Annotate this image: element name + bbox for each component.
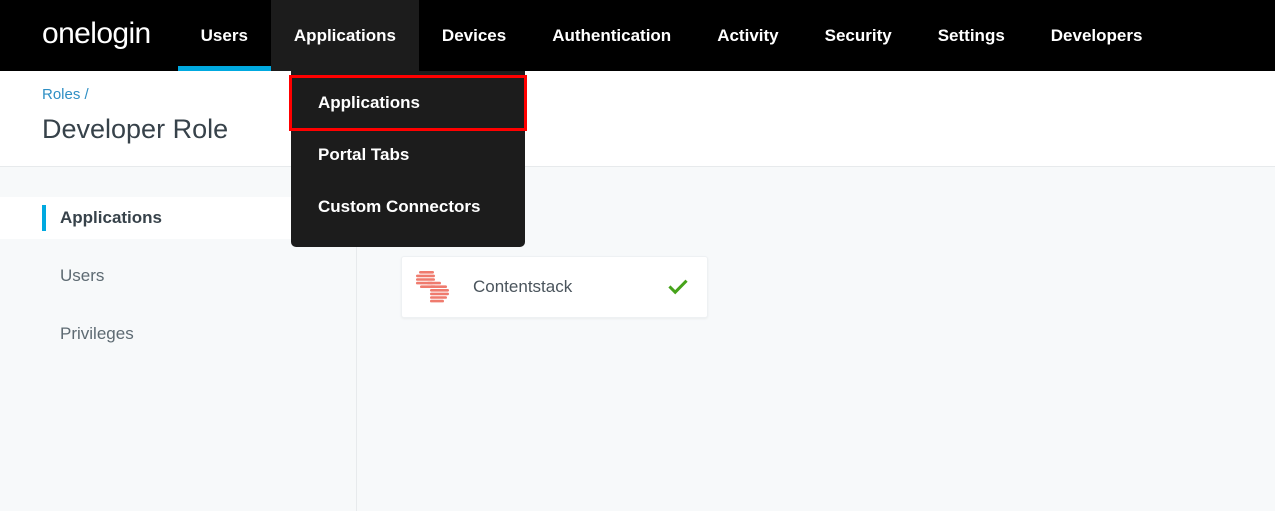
page-body: Applications Users Privileges Contentsta… — [0, 167, 1275, 511]
nav-item-settings-label: Settings — [937, 25, 1005, 45]
nav-item-activity[interactable]: Activity — [694, 0, 801, 71]
brand-wordmark: onelogin — [42, 17, 151, 50]
nav-item-users[interactable]: Users — [177, 0, 272, 71]
sidebar-item-privileges[interactable]: Privileges — [0, 313, 356, 355]
sidebar-item-privileges-label: Privileges — [60, 324, 134, 343]
page-title: Developer Role — [42, 114, 229, 144]
dropdown-item-applications-label: Applications — [318, 93, 421, 112]
dropdown-item-custom-connectors[interactable]: Custom Connectors — [291, 181, 525, 233]
app-card-contentstack[interactable]: Contentstack — [401, 256, 708, 318]
dropdown-item-custom-connectors-label: Custom Connectors — [318, 197, 481, 216]
nav-item-settings[interactable]: Settings — [915, 0, 1028, 71]
sidebar-item-applications-label: Applications — [60, 208, 163, 227]
app-name-label: Contentstack — [473, 277, 573, 296]
nav-item-devices[interactable]: Devices — [419, 0, 529, 71]
breadcrumb-roles[interactable]: Roles / — [42, 85, 1275, 105]
dropdown-item-portal-tabs-label: Portal Tabs — [318, 145, 410, 164]
dropdown-item-portal-tabs[interactable]: Portal Tabs — [291, 129, 525, 181]
nav-item-developers-label: Developers — [1050, 25, 1143, 45]
nav-item-activity-label: Activity — [717, 25, 779, 45]
check-icon — [668, 277, 688, 297]
nav-item-authentication[interactable]: Authentication — [529, 0, 694, 71]
nav-item-authentication-label: Authentication — [552, 25, 672, 45]
dropdown-item-applications[interactable]: Applications — [289, 75, 527, 131]
page-header: Roles / Developer Role — [0, 71, 1275, 167]
applications-dropdown-menu: Applications Portal Tabs Custom Connecto… — [289, 71, 527, 247]
nav-item-list: Users Applications Devices Authenticatio… — [177, 0, 1166, 71]
nav-item-security-label: Security — [824, 25, 892, 45]
nav-item-users-label: Users — [200, 25, 248, 45]
onelogin-logo[interactable]: onelogin — [0, 0, 151, 71]
top-navigation-bar: onelogin Users Applications Devices Auth… — [0, 0, 1275, 71]
nav-item-applications[interactable]: Applications — [270, 0, 419, 71]
nav-item-developers[interactable]: Developers — [1028, 0, 1166, 71]
nav-item-devices-label: Devices — [441, 25, 507, 45]
sidebar-item-users[interactable]: Users — [0, 255, 356, 297]
sidebar-item-users-label: Users — [60, 266, 105, 285]
nav-item-applications-label: Applications — [293, 25, 396, 45]
contentstack-logo-icon — [415, 270, 451, 304]
nav-item-security[interactable]: Security — [802, 0, 915, 71]
